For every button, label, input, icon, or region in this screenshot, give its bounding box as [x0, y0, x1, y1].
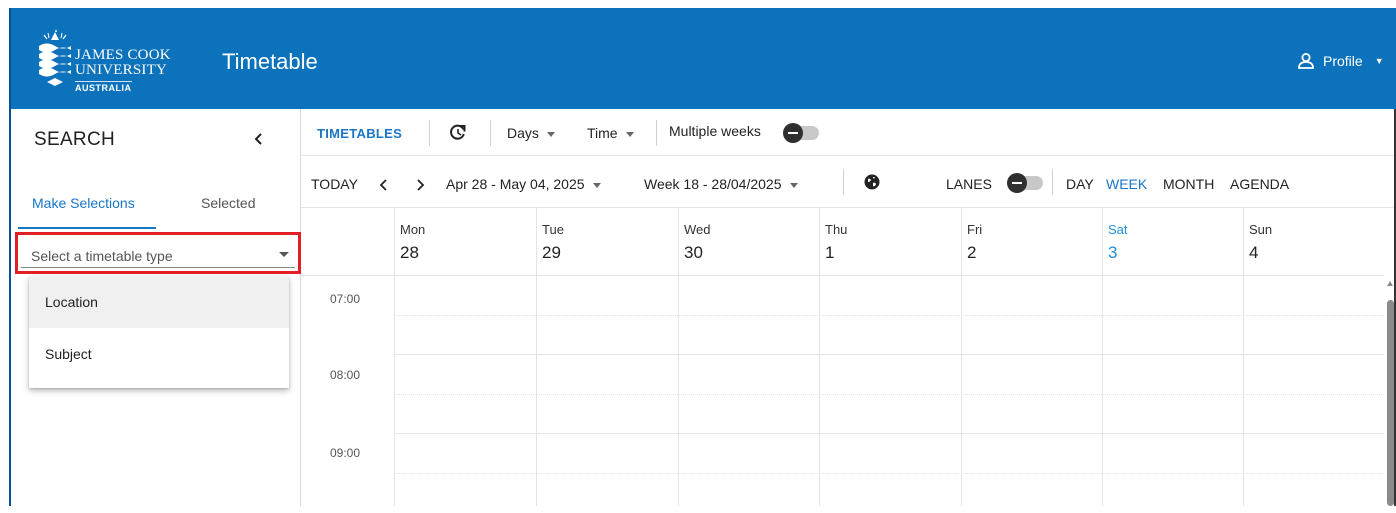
day-name: Wed [684, 222, 711, 237]
days-dropdown[interactable]: Days [507, 125, 555, 141]
option-location[interactable]: Location [29, 276, 289, 328]
time-gutter-header [301, 208, 394, 276]
date-range-picker[interactable]: Apr 28 - May 04, 2025 [446, 176, 601, 192]
day-header-tue[interactable]: Tue 29 [536, 208, 678, 276]
toolbar-navigation: TODAY Apr 28 - May 04, 2025 Week 18 - 28… [301, 156, 1396, 208]
half-hour-line [394, 315, 1384, 316]
time-label: 08:00 [330, 368, 361, 382]
chevron-right-icon[interactable] [415, 178, 425, 192]
date-range-label: Apr 28 - May 04, 2025 [446, 176, 585, 192]
toggle-knob [783, 123, 803, 143]
time-label: 07:00 [330, 292, 361, 306]
timetables-button[interactable]: TIMETABLES [317, 126, 402, 141]
day-date: 29 [542, 243, 561, 262]
day-header-thu[interactable]: Thu 1 [819, 208, 961, 276]
time-label: Time [587, 125, 618, 141]
app-title: Timetable [222, 49, 318, 74]
dropdown-arrow-icon [279, 252, 289, 257]
globe-icon[interactable] [864, 174, 880, 190]
week-label: Week 18 - 28/04/2025 [644, 176, 782, 192]
chevron-left-icon[interactable] [253, 131, 265, 147]
tab-selected[interactable]: Selected [201, 195, 255, 211]
chevron-down-icon [625, 131, 634, 137]
day-header-sun[interactable]: Sun 4 [1243, 208, 1384, 276]
multiple-weeks-toggle[interactable] [783, 123, 819, 143]
half-hour-line [394, 394, 1384, 395]
day-date: 30 [684, 243, 703, 262]
lanes-toggle[interactable] [1007, 173, 1043, 193]
select-placeholder: Select a timetable type [31, 248, 173, 264]
view-month-button[interactable]: MONTH [1163, 176, 1214, 192]
half-hour-line [394, 473, 1384, 474]
divider [429, 120, 430, 146]
tab-make-selections[interactable]: Make Selections [32, 195, 135, 211]
timetable-type-select[interactable]: Select a timetable type [15, 232, 301, 274]
vertical-scrollbar[interactable] [1387, 300, 1394, 506]
university-logo[interactable]: JAMES COOK UNIVERSITY AUSTRALIA [37, 28, 187, 93]
day-header-sat[interactable]: Sat 3 [1102, 208, 1243, 276]
select-field[interactable]: Select a timetable type [21, 237, 295, 268]
day-date: 4 [1249, 243, 1259, 262]
divider [490, 120, 491, 146]
day-date: 1 [825, 243, 835, 262]
view-week-button[interactable]: WEEK [1106, 176, 1147, 192]
day-date: 2 [967, 243, 977, 262]
logo-text-line3: AUSTRALIA [75, 81, 132, 93]
day-name: Tue [542, 222, 564, 237]
day-header-wed[interactable]: Wed 30 [678, 208, 819, 276]
app-window: JAMES COOK UNIVERSITY AUSTRALIA Timetabl… [0, 0, 1396, 506]
day-name: Fri [967, 222, 983, 237]
user-icon [1298, 53, 1314, 69]
day-name: Sat [1108, 222, 1128, 237]
divider [843, 169, 844, 195]
time-label: 09:00 [330, 446, 361, 460]
days-label: Days [507, 125, 539, 141]
logo-text-line2: UNIVERSITY [75, 62, 167, 78]
jcu-waves-icon [39, 29, 71, 86]
divider [656, 120, 657, 146]
chevron-left-icon[interactable] [379, 178, 389, 192]
chevron-down-icon [592, 182, 601, 188]
profile-menu-button[interactable]: Profile ▼ [1297, 52, 1384, 70]
lanes-label: LANES [946, 176, 992, 192]
chevron-down-icon [546, 131, 555, 137]
toggle-knob [1007, 173, 1027, 193]
chevron-down-icon [789, 182, 798, 188]
profile-label: Profile [1323, 53, 1363, 69]
day-name: Sun [1249, 222, 1273, 237]
week-calendar: Mon 28 Tue 29 Wed 30 Thu 1 Fri 2 Sat 3 Sun 4 07… [301, 208, 1396, 506]
today-button[interactable]: TODAY [311, 176, 358, 192]
chevron-down-icon: ▼ [1374, 56, 1384, 66]
day-date: 3 [1108, 243, 1118, 262]
refresh-icon[interactable] [448, 122, 468, 142]
option-subject[interactable]: Subject [29, 328, 289, 380]
time-dropdown[interactable]: Time [587, 125, 634, 141]
active-tab-indicator [18, 227, 156, 229]
view-day-button[interactable]: DAY [1066, 176, 1094, 192]
scroll-up-arrow-icon[interactable] [1387, 281, 1393, 286]
multiple-weeks-label: Multiple weeks [669, 123, 761, 139]
day-header-mon[interactable]: Mon 28 [394, 208, 536, 276]
app-header: JAMES COOK UNIVERSITY AUSTRALIA Timetabl… [11, 8, 1396, 109]
week-picker[interactable]: Week 18 - 28/04/2025 [644, 176, 798, 192]
day-name: Mon [400, 222, 426, 237]
day-name: Thu [825, 222, 848, 237]
toolbar-primary: TIMETABLES Days Time Multiple weeks [301, 109, 1396, 156]
day-header-fri[interactable]: Fri 2 [961, 208, 1102, 276]
day-date: 28 [400, 243, 419, 262]
view-agenda-button[interactable]: AGENDA [1230, 176, 1289, 192]
divider [1052, 169, 1053, 195]
timetable-type-dropdown: Location Subject [29, 276, 289, 388]
logo-text-line1: JAMES COOK [75, 47, 171, 63]
sidebar-title: SEARCH [34, 129, 115, 150]
